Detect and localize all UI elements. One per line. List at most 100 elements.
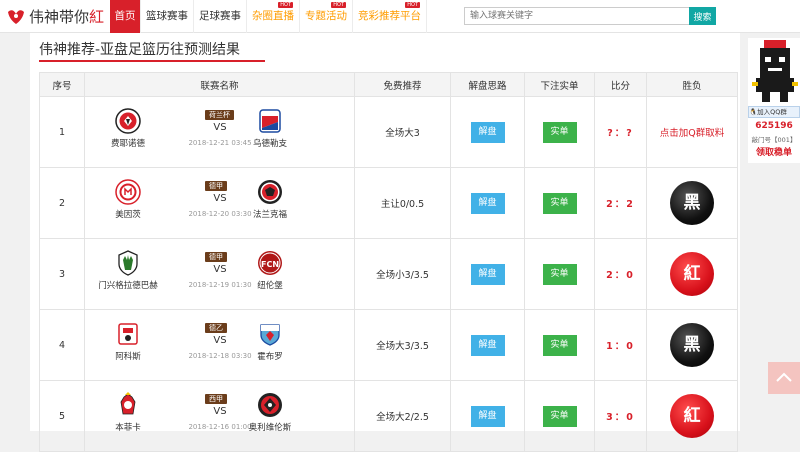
league-badge: 德甲 — [205, 181, 227, 191]
header-result: 胜负 — [646, 72, 738, 97]
match-cell: 阿科斯 德乙 VS 2018-12-18 03:30 霍布罗 — [84, 309, 355, 381]
away-team-name: 奥利维伦斯 — [248, 423, 292, 433]
bet-cell: 实单 — [524, 96, 595, 168]
free-tip: 主让0/0.5 — [354, 167, 451, 239]
vs-label: VS — [213, 264, 227, 275]
team-crest-icon — [260, 324, 280, 346]
match-time: 2018-12-18 03:30 — [188, 352, 252, 360]
table-row: 1 费耶诺德 荷兰杯 VS 2018-12-21 03:45 乌德勒支 全场大3… — [39, 96, 738, 168]
nav-item-basketball[interactable]: 篮球赛事 — [141, 0, 194, 33]
hot-badge: HOT — [331, 2, 346, 8]
free-tip: 全场小3/3.5 — [354, 238, 451, 310]
analysis-button[interactable]: 解盘 — [470, 192, 505, 214]
match-time: 2018-12-21 03:45 — [188, 139, 252, 147]
page-title: 伟神推荐-亚盘足篮历往预测结果 — [39, 42, 241, 58]
analysis-button[interactable]: 解盘 — [470, 263, 505, 285]
row-number: 3 — [39, 238, 85, 310]
header-no: 序号 — [39, 72, 85, 97]
bet-cell: 实单 — [524, 238, 595, 310]
title-underline — [39, 60, 265, 62]
table-row: 5 本菲卡 西甲 VS 2018-12-16 01:00 奥利维伦斯 全场大2/… — [39, 380, 738, 452]
row-number: 1 — [39, 96, 85, 168]
top-bar: 伟神带你紅 首页 篮球赛事 足球赛事 杂圈直播 HOT 专题活动 HOT 竞彩推荐平… — [0, 0, 800, 33]
team-crest-icon — [258, 180, 282, 204]
row-number: 4 — [39, 309, 85, 381]
team-crest-icon: FCN — [258, 251, 282, 275]
analysis-button[interactable]: 解盘 — [470, 334, 505, 356]
analysis-cell: 解盘 — [450, 380, 525, 452]
bet-button[interactable]: 实单 — [542, 334, 577, 356]
result-badge-win: 紅 — [670, 394, 714, 438]
qq-icon: 🐧 — [749, 108, 758, 116]
table-row: 2 美因茨 德甲 VS 2018-12-20 03:30 法兰克福 主让0/0.… — [39, 167, 738, 239]
bet-cell: 实单 — [524, 167, 595, 239]
bet-button[interactable]: 实单 — [542, 263, 577, 285]
qq-group-sidebar[interactable]: 🐧加入QQ群 625196 敲门号【001】 领取稳单 — [748, 38, 800, 163]
match-cell: 门兴格拉德巴赫 德甲 VS 2018-12-19 01:30 FCN 纽伦堡 — [84, 238, 355, 310]
search-button[interactable]: 搜索 — [689, 7, 716, 25]
away-team[interactable]: 奥利维伦斯 — [235, 392, 305, 433]
score-cell: 3：0 — [594, 380, 647, 452]
main-nav: 首页 篮球赛事 足球赛事 杂圈直播 HOT 专题活动 HOT 竞彩推荐平台 HOT — [110, 0, 427, 33]
result-cell: 黑 — [646, 167, 738, 239]
score-value: ?：? — [607, 128, 634, 139]
vs-label: VS — [213, 122, 227, 133]
league-badge: 荷兰杯 — [205, 110, 234, 120]
nav-item-live[interactable]: 杂圈直播 HOT — [247, 0, 300, 33]
nav-item-home[interactable]: 首页 — [110, 0, 141, 33]
table-row: 4 阿科斯 德乙 VS 2018-12-18 03:30 霍布罗 全场大3/3.… — [39, 309, 738, 381]
result-badge-win: 紅 — [670, 252, 714, 296]
analysis-cell: 解盘 — [450, 96, 525, 168]
analysis-cell: 解盘 — [450, 309, 525, 381]
header-score: 比分 — [594, 72, 647, 97]
analysis-cell: 解盘 — [450, 167, 525, 239]
result-cell: 紅 — [646, 380, 738, 452]
site-logo[interactable]: 伟神带你紅 — [6, 4, 104, 28]
qq-knock-code: 敲门号【001】 — [751, 136, 797, 144]
match-time: 2018-12-19 01:30 — [188, 281, 252, 289]
result-badge-loss: 黑 — [670, 323, 714, 367]
score-cell: 2：0 — [594, 238, 647, 310]
nav-item-platform[interactable]: 竞彩推荐平台 HOT — [353, 0, 427, 33]
qq-number: 625196 — [755, 121, 793, 131]
free-tip: 全场大3 — [354, 96, 451, 168]
chevron-up-icon — [776, 372, 792, 382]
bet-button[interactable]: 实单 — [542, 405, 577, 427]
table-row: 3 门兴格拉德巴赫 德甲 VS 2018-12-19 01:30 FCN 纽伦堡… — [39, 238, 738, 310]
score-value: 1：0 — [606, 341, 635, 352]
vs-label: VS — [213, 193, 227, 204]
search-input[interactable] — [464, 7, 689, 25]
analysis-button[interactable]: 解盘 — [470, 121, 505, 143]
away-team[interactable]: 法兰克福 — [235, 179, 305, 220]
nav-item-events[interactable]: 专题活动 HOT — [300, 0, 353, 33]
away-team[interactable]: FCN 纽伦堡 — [235, 250, 305, 291]
svg-text:FCN: FCN — [261, 260, 279, 269]
results-panel: 伟神推荐-亚盘足篮历往预测结果 序号 联赛名称 免费推荐 解盘思路 下注实单 比… — [30, 33, 740, 452]
vs-label: VS — [213, 335, 227, 346]
analysis-button[interactable]: 解盘 — [470, 405, 505, 427]
score-value: 2：2 — [606, 199, 635, 210]
join-qq-badge[interactable]: 🐧加入QQ群 — [748, 106, 800, 118]
league-badge: 德乙 — [205, 323, 227, 333]
score-value: 3：0 — [606, 412, 635, 423]
bet-button[interactable]: 实单 — [542, 192, 577, 214]
header-analysis: 解盘思路 — [450, 72, 525, 97]
join-qq-link[interactable]: 点击加Q群取料 — [660, 128, 724, 139]
match-cell: 美因茨 德甲 VS 2018-12-20 03:30 法兰克福 — [84, 167, 355, 239]
match-cell: 费耶诺德 荷兰杯 VS 2018-12-21 03:45 乌德勒支 — [84, 96, 355, 168]
header-bet: 下注实单 — [524, 72, 595, 97]
away-team[interactable]: 乌德勒支 — [235, 108, 305, 149]
bet-button[interactable]: 实单 — [542, 121, 577, 143]
league-badge: 西甲 — [205, 394, 227, 404]
back-to-top-button[interactable] — [768, 362, 800, 394]
result-cell: 紅 — [646, 238, 738, 310]
row-number: 5 — [39, 380, 85, 452]
match-time: 2018-12-20 03:30 — [188, 210, 252, 218]
row-number: 2 — [39, 167, 85, 239]
nav-item-football[interactable]: 足球赛事 — [194, 0, 247, 33]
claim-tip-label[interactable]: 领取稳单 — [748, 145, 800, 158]
away-team[interactable]: 霍布罗 — [235, 321, 305, 362]
bet-cell: 实单 — [524, 380, 595, 452]
away-team-name: 法兰克福 — [252, 210, 287, 220]
match-time: 2018-12-16 01:00 — [188, 423, 252, 431]
